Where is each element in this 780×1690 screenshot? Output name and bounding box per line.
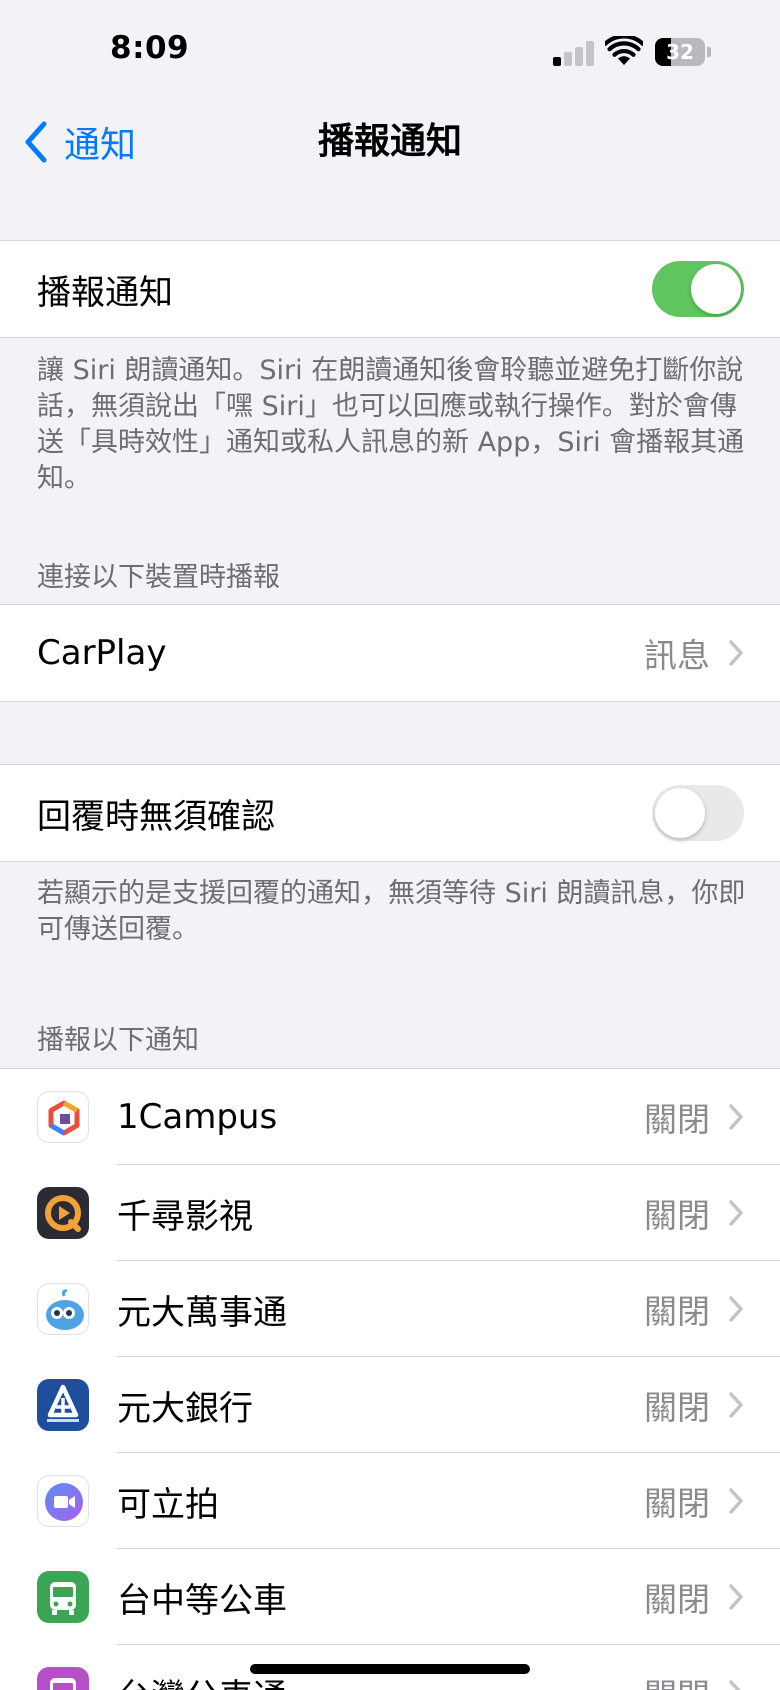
app-announce-value: 關閉 bbox=[644, 1669, 710, 1690]
app-row-yuanta-bank[interactable]: 元大銀行 關閉 bbox=[0, 1357, 780, 1453]
app-name: 千尋影視 bbox=[117, 1196, 253, 1237]
chevron-right-icon bbox=[729, 1296, 743, 1322]
app-announce-value: 關閉 bbox=[644, 1100, 710, 1139]
app-row-1campus[interactable]: 1Campus 關閉 bbox=[0, 1069, 780, 1165]
1campus-icon bbox=[37, 1091, 89, 1143]
app-announce-value: 關閉 bbox=[644, 1292, 710, 1331]
battery-percentage: 32 bbox=[666, 40, 694, 64]
app-announce-value: 關閉 bbox=[644, 1484, 710, 1523]
navigation-bar: 通知 播報通知 bbox=[0, 100, 780, 196]
devices-section-header: 連接以下裝置時播報 bbox=[37, 562, 280, 593]
announce-group: 播報通知 bbox=[0, 240, 780, 338]
carplay-label: CarPlay bbox=[37, 633, 167, 673]
clips-icon bbox=[37, 1475, 89, 1527]
reply-footer: 若顯示的是支援回覆的通知，無須等待 Siri 朗讀訊息，你即可傳送回覆。 bbox=[37, 878, 746, 945]
devices-group: CarPlay 訊息 bbox=[0, 604, 780, 702]
chevron-right-icon bbox=[729, 1680, 741, 1690]
app-row-yuanta-wanshitong[interactable]: 元大萬事通 關閉 bbox=[0, 1261, 780, 1357]
carplay-row[interactable]: CarPlay 訊息 bbox=[0, 605, 780, 701]
app-announce-value: 關閉 bbox=[644, 1580, 710, 1619]
app-row-qianxun[interactable]: 千尋影視 關閉 bbox=[0, 1165, 780, 1261]
chevron-right-icon bbox=[729, 640, 743, 666]
app-name: 台中等公車 bbox=[117, 1580, 287, 1621]
apps-section-header: 播報以下通知 bbox=[37, 1025, 199, 1056]
chevron-right-icon bbox=[729, 1200, 743, 1226]
wifi-icon bbox=[602, 34, 646, 66]
chevron-right-icon bbox=[729, 1392, 743, 1418]
cellular-signal-icon bbox=[553, 40, 595, 66]
page-title: 播報通知 bbox=[317, 121, 462, 162]
reply-without-confirmation-label: 回覆時無須確認 bbox=[37, 796, 275, 837]
yuanta-bank-icon bbox=[37, 1379, 89, 1431]
chevron-right-icon bbox=[729, 1104, 743, 1130]
screen: 8:09 32 通知 播報通知 播報通知 讓 Siri 朗讀通知。Siri 在朗… bbox=[0, 0, 780, 1690]
announce-notifications-row: 播報通知 bbox=[0, 241, 780, 337]
home-indicator[interactable] bbox=[250, 1664, 530, 1674]
app-name: 元大萬事通 bbox=[117, 1292, 287, 1333]
yuanta-wanshitong-icon bbox=[37, 1283, 89, 1335]
chevron-right-icon bbox=[729, 1488, 743, 1514]
app-name: 元大銀行 bbox=[117, 1388, 253, 1429]
reply-group: 回覆時無須確認 bbox=[0, 764, 780, 862]
app-announce-value: 關閉 bbox=[644, 1388, 710, 1427]
app-name: 1Campus bbox=[117, 1097, 278, 1137]
chevron-right-icon bbox=[729, 1584, 743, 1610]
announce-notifications-toggle[interactable] bbox=[652, 261, 744, 317]
status-time: 8:09 bbox=[110, 30, 190, 66]
qianxun-icon bbox=[37, 1187, 89, 1239]
apps-list: 1Campus 關閉 千尋影視 關閉 元大萬事通 關閉 元大銀行 關閉 可立拍 … bbox=[0, 1068, 780, 1690]
taiwan-bus-icon bbox=[37, 1667, 89, 1690]
carplay-value: 訊息 bbox=[644, 636, 710, 675]
status-bar: 8:09 32 bbox=[0, 0, 780, 100]
app-announce-value: 關閉 bbox=[644, 1196, 710, 1235]
taichung-bus-icon bbox=[37, 1571, 89, 1623]
announce-footer: 讓 Siri 朗讀通知。Siri 在朗讀通知後會聆聽並避免打斷你說話，無須說出「… bbox=[37, 355, 745, 494]
app-row-taichung-bus[interactable]: 台中等公車 關閉 bbox=[0, 1549, 780, 1645]
announce-notifications-label: 播報通知 bbox=[37, 272, 173, 313]
battery-icon: 32 bbox=[655, 38, 711, 66]
app-name: 可立拍 bbox=[117, 1484, 219, 1525]
reply-without-confirmation-toggle[interactable] bbox=[652, 785, 744, 841]
app-row-clips[interactable]: 可立拍 關閉 bbox=[0, 1453, 780, 1549]
reply-without-confirmation-row: 回覆時無須確認 bbox=[0, 765, 780, 861]
